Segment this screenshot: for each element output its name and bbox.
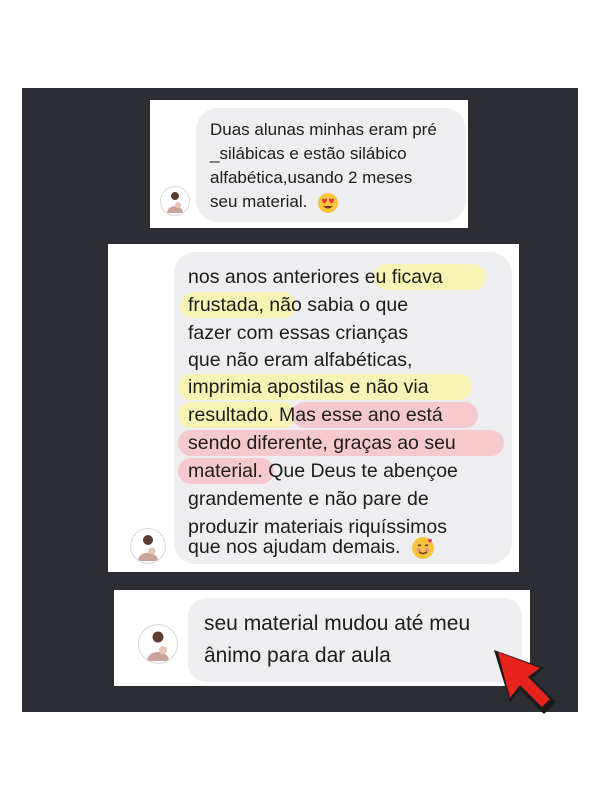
- message-text: que nos ajudam demais.: [188, 536, 401, 558]
- message-text-line: nos anos anteriores eu ficava: [188, 266, 443, 288]
- message-text-line: que nos ajudam demais.: [188, 535, 434, 559]
- message-text-line: frustada, não sabia o que: [188, 294, 409, 316]
- heart-eyes-emoji-icon: [318, 192, 339, 213]
- sender-avatar[interactable]: [138, 624, 178, 664]
- sender-avatar[interactable]: [160, 186, 190, 216]
- message-text-line: sendo diferente, graças ao seu: [188, 432, 456, 454]
- message-text-line: resultado. Mas esse ano está: [188, 404, 443, 426]
- message-card-3: seu material mudou até meu ânimo para da…: [114, 590, 530, 686]
- red-arrow-cursor-icon: [494, 650, 556, 714]
- sender-avatar[interactable]: [130, 528, 166, 564]
- message-card-1: Duas alunas minhas eram pré _silábicas e…: [150, 100, 468, 228]
- message-card-2: nos anos anteriores eu ficava frustada, …: [108, 244, 519, 572]
- message-bubble[interactable]: Duas alunas minhas eram pré _silábicas e…: [196, 108, 466, 222]
- smiling-face-with-hearts-emoji-icon: [411, 536, 434, 559]
- message-text-line: que não eram alfabéticas,: [188, 349, 413, 371]
- message-text-line: grandemente e não pare de: [188, 488, 429, 510]
- message-text-line: fazer com essas crianças: [188, 322, 408, 344]
- message-text-line: material. Que Deus te abençoe: [188, 460, 458, 482]
- message-bubble[interactable]: seu material mudou até meu ânimo para da…: [188, 598, 522, 682]
- message-text: seu material.: [210, 192, 308, 211]
- message-text-line: seu material mudou até meu: [204, 612, 471, 635]
- message-bubble[interactable]: nos anos anteriores eu ficava frustada, …: [174, 252, 512, 564]
- message-text-line: seu material.: [210, 192, 339, 213]
- message-text-line: ânimo para dar aula: [204, 644, 391, 667]
- message-text-line: _silábicas e estão silábico: [210, 144, 407, 163]
- message-text-line: Duas alunas minhas eram pré: [210, 120, 437, 139]
- message-text-line: alfabética,usando 2 meses: [210, 168, 413, 187]
- message-text-line: imprimia apostilas e não via: [188, 376, 429, 398]
